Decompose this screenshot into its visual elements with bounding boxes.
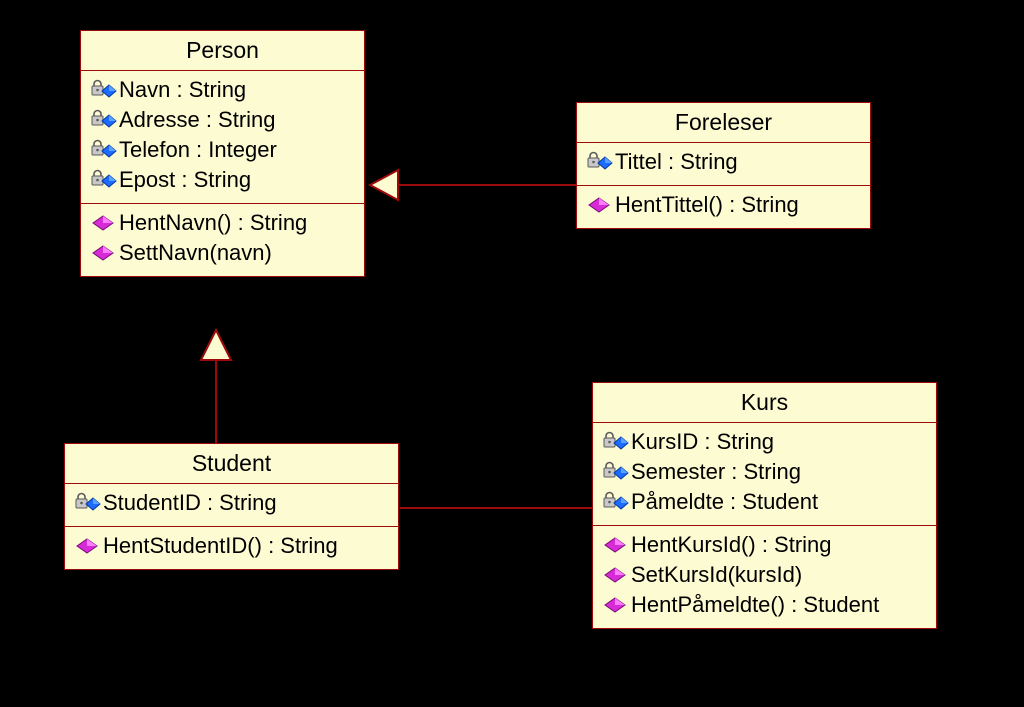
- class-kurs: Kurs KursID : String Semester : String P…: [592, 382, 937, 629]
- attribute-row: StudentID : String: [73, 488, 390, 518]
- attribute-row: Tittel : String: [585, 147, 862, 177]
- diamond-icon: [73, 535, 101, 557]
- method-label: HentStudentID() : String: [103, 531, 338, 561]
- attributes-section: StudentID : String: [65, 484, 398, 527]
- lock-diamond-icon: [601, 491, 629, 513]
- attribute-label: Epost : String: [119, 165, 251, 195]
- method-row: SettNavn(navn): [89, 238, 356, 268]
- methods-section: HentTittel() : String: [577, 186, 870, 228]
- lock-diamond-icon: [585, 151, 613, 173]
- class-title: Student: [65, 444, 398, 484]
- attributes-section: Navn : String Adresse : String Telefon :…: [81, 71, 364, 204]
- attribute-label: Tittel : String: [615, 147, 738, 177]
- method-row: HentPåmeldte() : Student: [601, 590, 928, 620]
- method-label: SettNavn(navn): [119, 238, 272, 268]
- diamond-icon: [89, 212, 117, 234]
- attribute-row: Navn : String: [89, 75, 356, 105]
- attribute-row: KursID : String: [601, 427, 928, 457]
- attribute-row: Epost : String: [89, 165, 356, 195]
- attribute-label: Navn : String: [119, 75, 246, 105]
- method-row: SetKursId(kursId): [601, 560, 928, 590]
- attribute-row: Semester : String: [601, 457, 928, 487]
- lock-diamond-icon: [73, 492, 101, 514]
- class-foreleser: Foreleser Tittel : String HentTittel() :…: [576, 102, 871, 229]
- method-label: HentNavn() : String: [119, 208, 307, 238]
- methods-section: HentStudentID() : String: [65, 527, 398, 569]
- lock-diamond-icon: [601, 461, 629, 483]
- attribute-label: KursID : String: [631, 427, 774, 457]
- methods-section: HentNavn() : String SettNavn(navn): [81, 204, 364, 276]
- attribute-row: Telefon : Integer: [89, 135, 356, 165]
- lock-diamond-icon: [89, 169, 117, 191]
- method-row: HentKursId() : String: [601, 530, 928, 560]
- diamond-icon: [601, 564, 629, 586]
- class-person: Person Navn : String Adresse : String Te…: [80, 30, 365, 277]
- lock-diamond-icon: [601, 431, 629, 453]
- class-title: Foreleser: [577, 103, 870, 143]
- method-row: HentStudentID() : String: [73, 531, 390, 561]
- class-student: Student StudentID : String HentStudentID…: [64, 443, 399, 570]
- diamond-icon: [601, 534, 629, 556]
- method-row: HentTittel() : String: [585, 190, 862, 220]
- class-title: Person: [81, 31, 364, 71]
- method-label: SetKursId(kursId): [631, 560, 802, 590]
- attribute-label: Påmeldte : Student: [631, 487, 818, 517]
- diamond-icon: [601, 594, 629, 616]
- attribute-label: Adresse : String: [119, 105, 276, 135]
- uml-canvas: { "classes": { "person": { "name": "Pers…: [0, 0, 1024, 707]
- method-label: HentTittel() : String: [615, 190, 799, 220]
- class-title: Kurs: [593, 383, 936, 423]
- method-row: HentNavn() : String: [89, 208, 356, 238]
- lock-diamond-icon: [89, 139, 117, 161]
- lock-diamond-icon: [89, 79, 117, 101]
- attribute-row: Adresse : String: [89, 105, 356, 135]
- attribute-label: Telefon : Integer: [119, 135, 277, 165]
- method-label: HentPåmeldte() : Student: [631, 590, 879, 620]
- attribute-row: Påmeldte : Student: [601, 487, 928, 517]
- methods-section: HentKursId() : String SetKursId(kursId) …: [593, 526, 936, 628]
- attribute-label: StudentID : String: [103, 488, 277, 518]
- attributes-section: KursID : String Semester : String Påmeld…: [593, 423, 936, 526]
- method-label: HentKursId() : String: [631, 530, 832, 560]
- lock-diamond-icon: [89, 109, 117, 131]
- attributes-section: Tittel : String: [577, 143, 870, 186]
- diamond-icon: [89, 242, 117, 264]
- diamond-icon: [601, 534, 629, 556]
- diamond-icon: [585, 194, 613, 216]
- attribute-label: Semester : String: [631, 457, 801, 487]
